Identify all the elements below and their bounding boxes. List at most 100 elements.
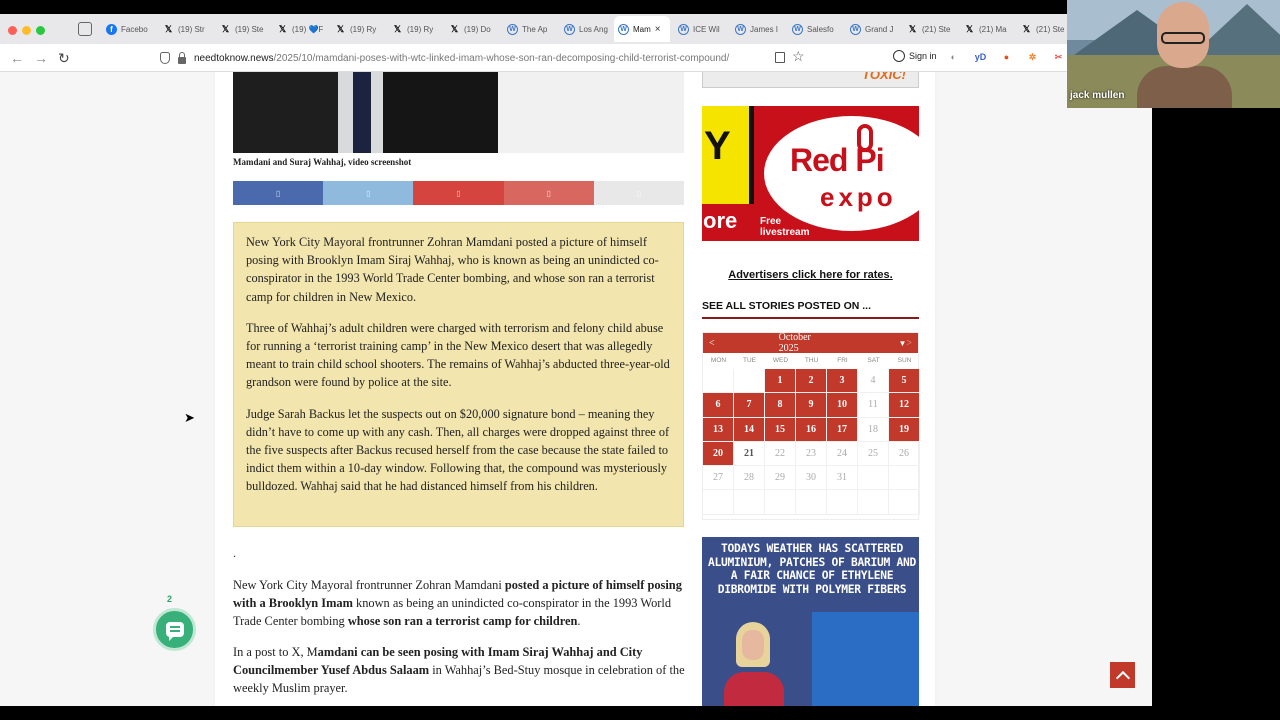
- share-facebook-button[interactable]: ▯: [233, 181, 324, 205]
- article-photo: [233, 72, 684, 153]
- x-icon: 𝕏: [221, 23, 230, 34]
- sidebar-ad-top[interactable]: TOXIC!: [702, 72, 919, 88]
- calendar-day[interactable]: 10: [827, 393, 858, 418]
- bookmark-star-icon[interactable]: ☆: [792, 48, 805, 65]
- browser-tab[interactable]: 𝕏 (19) Ry: [335, 18, 385, 40]
- cam-person: [1137, 66, 1232, 108]
- back-arrow-icon[interactable]: ←: [10, 50, 24, 66]
- cam-glasses: [1161, 32, 1205, 44]
- duckduckgo-icon[interactable]: ●: [1000, 51, 1013, 64]
- url-text[interactable]: needtoknow.news/2025/10/mamdani-poses-wi…: [194, 53, 729, 64]
- browser-tab[interactable]: 𝕏 (21) Ste: [907, 18, 957, 40]
- calendar-next-button[interactable]: >: [906, 338, 912, 349]
- reload-icon[interactable]: ↻: [58, 50, 70, 67]
- browser-tab[interactable]: 𝕏 (21) Ma: [964, 18, 1014, 40]
- browser-tab[interactable]: W The Ap: [507, 18, 557, 40]
- wordpress-icon: W: [678, 23, 689, 35]
- text-span: New York City Mayoral frontrunner Zohran…: [233, 578, 505, 592]
- webcam-name-label: jack mullen: [1070, 90, 1125, 101]
- red-pill-expo-ad[interactable]: Y Red Pi expo ore Free livestream: [702, 106, 919, 241]
- screen-edge: [1152, 108, 1280, 720]
- calendar-day[interactable]: 13: [703, 417, 734, 442]
- calendar-day[interactable]: 5: [889, 369, 920, 394]
- calendar-day[interactable]: 7: [734, 393, 765, 418]
- tab-label: (19) Ry: [350, 24, 377, 34]
- ad-free-text: Free livestream: [760, 216, 810, 238]
- advertisers-link[interactable]: Advertisers click here for rates.: [702, 269, 919, 281]
- browser-tab[interactable]: 𝕏 (19) Str: [163, 18, 213, 40]
- brave-extension-icon[interactable]: ✲: [1026, 51, 1039, 64]
- calendar-day[interactable]: 12: [889, 393, 920, 418]
- browser-tab[interactable]: W Mam ×: [614, 16, 670, 42]
- calendar-empty-cell: [734, 490, 765, 515]
- x-icon: 𝕏: [965, 23, 974, 34]
- share-reddit-button[interactable]: ▯: [503, 181, 594, 205]
- x-icon: 𝕏: [393, 23, 402, 34]
- share-email-button[interactable]: ▯: [593, 181, 685, 205]
- weather-meme-ad[interactable]: TODAYS WEATHER HAS SCATTERED ALUMINIUM, …: [702, 537, 919, 706]
- browser-tab[interactable]: 𝕏 (19) 💙F: [277, 18, 327, 40]
- close-tab-icon[interactable]: ×: [655, 24, 661, 35]
- calendar-day[interactable]: 3: [827, 369, 858, 394]
- calendar-day[interactable]: 14: [734, 417, 765, 442]
- shield-icon[interactable]: [160, 52, 170, 64]
- browser-tab[interactable]: W James I: [735, 18, 785, 40]
- tab-label: James I: [750, 24, 779, 34]
- calendar-weekday: TUE: [743, 357, 756, 364]
- calendar-day[interactable]: 2: [796, 369, 827, 394]
- minimize-window-button[interactable]: [22, 26, 31, 35]
- share-pinterest-button[interactable]: ▯: [413, 181, 504, 205]
- calendar-dropdown-icon[interactable]: ▼: [898, 339, 906, 348]
- browser-tab[interactable]: W Salesfo: [792, 18, 842, 40]
- extension-icon[interactable]: ◐: [947, 51, 960, 64]
- browser-tab[interactable]: 𝕏 (21) Ste: [1021, 18, 1071, 40]
- scroll-to-top-button[interactable]: [1110, 662, 1135, 688]
- tab-label: Grand J: [865, 24, 894, 34]
- tab-label: (19) Str: [178, 24, 205, 34]
- calendar-day[interactable]: 17: [827, 417, 858, 442]
- forward-arrow-icon[interactable]: →: [34, 50, 48, 66]
- calendar-day[interactable]: 6: [703, 393, 734, 418]
- close-window-button[interactable]: [8, 26, 17, 35]
- browser-tab[interactable]: W Grand J: [850, 18, 900, 40]
- calendar-empty-cell: [703, 490, 734, 515]
- calendar-day[interactable]: 9: [796, 393, 827, 418]
- calendar-day[interactable]: 19: [889, 417, 920, 442]
- browser-tab[interactable]: 𝕏 (19) Ry: [392, 18, 442, 40]
- text-span: .: [577, 614, 581, 629]
- calendar-empty-cell: [889, 490, 920, 515]
- calendar-day: 23: [796, 441, 827, 467]
- lock-icon[interactable]: [178, 51, 186, 64]
- calendar-weekday: WED: [772, 357, 789, 364]
- url-field[interactable]: needtoknow.news/2025/10/mamdani-poses-wi…: [150, 47, 815, 69]
- extensions-puzzle-icon[interactable]: ✂: [1052, 51, 1065, 64]
- quote-box: New York City Mayoral frontrunner Zohran…: [233, 222, 684, 527]
- mouse-cursor-icon: ➤: [184, 410, 195, 425]
- browser-tab[interactable]: W ICE Wil: [678, 18, 728, 40]
- calendar-header: < October 2025 ▼ >: [703, 332, 918, 354]
- browser-tab[interactable]: 𝕏 (19) Do: [449, 18, 499, 40]
- browser-tab[interactable]: W Los Ang: [564, 18, 614, 40]
- zoom-window-button[interactable]: [36, 26, 45, 35]
- comments-button[interactable]: [153, 608, 196, 651]
- reader-view-icon[interactable]: [775, 52, 785, 63]
- browser-tab[interactable]: 𝕏 (19) Ste: [220, 18, 270, 40]
- x-icon: 𝕏: [1022, 23, 1031, 34]
- calendar-day[interactable]: 15: [765, 417, 796, 442]
- sign-in-button[interactable]: Sign in: [893, 50, 937, 62]
- calendar-prev-button[interactable]: <: [709, 338, 715, 349]
- browser-tab[interactable]: f Facebo: [106, 18, 156, 40]
- photo-region: [353, 72, 371, 153]
- yd-extension-icon[interactable]: yD: [974, 51, 987, 64]
- wordpress-icon: W: [618, 23, 629, 35]
- tab-label: Los Ang: [579, 24, 608, 34]
- calendar-day[interactable]: 8: [765, 393, 796, 418]
- tab-label: The Ap: [522, 24, 548, 34]
- calendar-day[interactable]: 20: [703, 441, 734, 467]
- share-twitter-button[interactable]: ▯: [323, 181, 414, 205]
- calendar-day[interactable]: 16: [796, 417, 827, 442]
- body-paragraph: New York City Mayoral frontrunner Zohran…: [233, 576, 688, 631]
- tab-label: (19) Ry: [407, 24, 434, 34]
- calendar-day[interactable]: 1: [765, 369, 796, 394]
- tab-overview-icon[interactable]: [78, 22, 92, 36]
